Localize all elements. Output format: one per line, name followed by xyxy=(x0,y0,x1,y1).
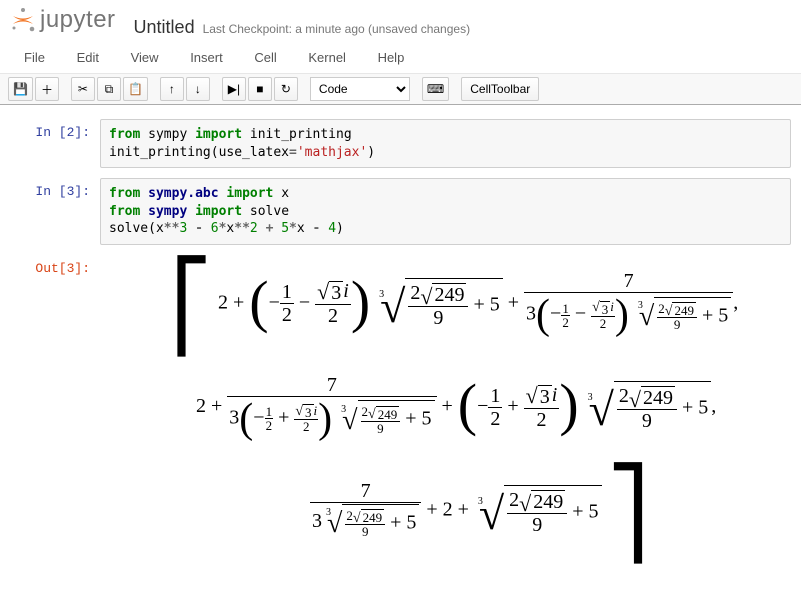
cut-button[interactable]: ✂ xyxy=(71,77,95,101)
add-cell-button[interactable]: ＋ xyxy=(35,77,59,101)
paste-button[interactable]: 📋 xyxy=(123,77,148,101)
paste-icon: 📋 xyxy=(128,82,143,96)
out-prompt: Out[3]: xyxy=(20,255,100,582)
in-prompt: In [3]: xyxy=(20,178,100,245)
menu-kernel[interactable]: Kernel xyxy=(294,46,360,69)
menubar: File Edit View Insert Cell Kernel Help xyxy=(0,42,801,74)
code-input[interactable]: from sympy.abc import x from sympy impor… xyxy=(100,178,791,245)
menu-edit[interactable]: Edit xyxy=(63,46,113,69)
checkpoint-status: Last Checkpoint: a minute ago (unsaved c… xyxy=(203,22,471,36)
math-output: ⎡ 2 + (−12 − √3i2) 3√2√2499 + 5 + 73(−12… xyxy=(100,261,791,554)
menu-file[interactable]: File xyxy=(10,46,59,69)
run-button[interactable]: ▶| xyxy=(222,77,246,101)
cut-icon: ✂ xyxy=(78,82,88,96)
celltoolbar-button[interactable]: CellToolbar xyxy=(461,77,539,101)
cell-type-select[interactable]: Code xyxy=(310,77,410,101)
stop-icon: ■ xyxy=(256,82,263,96)
menu-help[interactable]: Help xyxy=(364,46,419,69)
code-input[interactable]: from sympy import init_printing init_pri… xyxy=(100,119,791,168)
menu-cell[interactable]: Cell xyxy=(240,46,290,69)
stop-button[interactable]: ■ xyxy=(248,77,272,101)
command-palette-button[interactable]: ⌨ xyxy=(422,77,449,101)
menu-view[interactable]: View xyxy=(117,46,173,69)
jupyter-logo[interactable]: jupyter xyxy=(10,6,116,34)
move-down-button[interactable]: ↓ xyxy=(186,77,210,101)
output-area: ⎡ 2 + (−12 − √3i2) 3√2√2499 + 5 + 73(−12… xyxy=(100,255,791,582)
in-prompt: In [2]: xyxy=(20,119,100,168)
arrow-up-icon: ↑ xyxy=(169,82,175,96)
plus-icon: ＋ xyxy=(41,81,53,98)
save-button[interactable]: 💾 xyxy=(8,77,33,101)
keyboard-icon: ⌨ xyxy=(427,82,444,96)
save-icon: 💾 xyxy=(13,82,28,96)
toolbar: 💾 ＋ ✂ ⧉ 📋 ↑ ↓ ▶| ■ ↻ Code ⌨ CellToolbar xyxy=(0,74,801,105)
code-cell[interactable]: In [3]: from sympy.abc import x from sym… xyxy=(20,178,791,245)
logo-text: jupyter xyxy=(40,6,116,34)
arrow-down-icon: ↓ xyxy=(195,82,201,96)
copy-button[interactable]: ⧉ xyxy=(97,77,121,101)
output-cell: Out[3]: ⎡ 2 + (−12 − √3i2) 3√2√2499 + 5 … xyxy=(20,255,791,582)
copy-icon: ⧉ xyxy=(105,82,114,97)
code-cell[interactable]: In [2]: from sympy import init_printing … xyxy=(20,119,791,168)
step-icon: ▶| xyxy=(228,82,240,96)
restart-icon: ↻ xyxy=(281,82,291,96)
menu-insert[interactable]: Insert xyxy=(176,46,237,69)
header: jupyter Untitled Last Checkpoint: a minu… xyxy=(0,0,801,42)
move-up-button[interactable]: ↑ xyxy=(160,77,184,101)
notebook-area: In [2]: from sympy import init_printing … xyxy=(0,105,801,612)
restart-button[interactable]: ↻ xyxy=(274,77,298,101)
notebook-title[interactable]: Untitled xyxy=(134,17,195,38)
